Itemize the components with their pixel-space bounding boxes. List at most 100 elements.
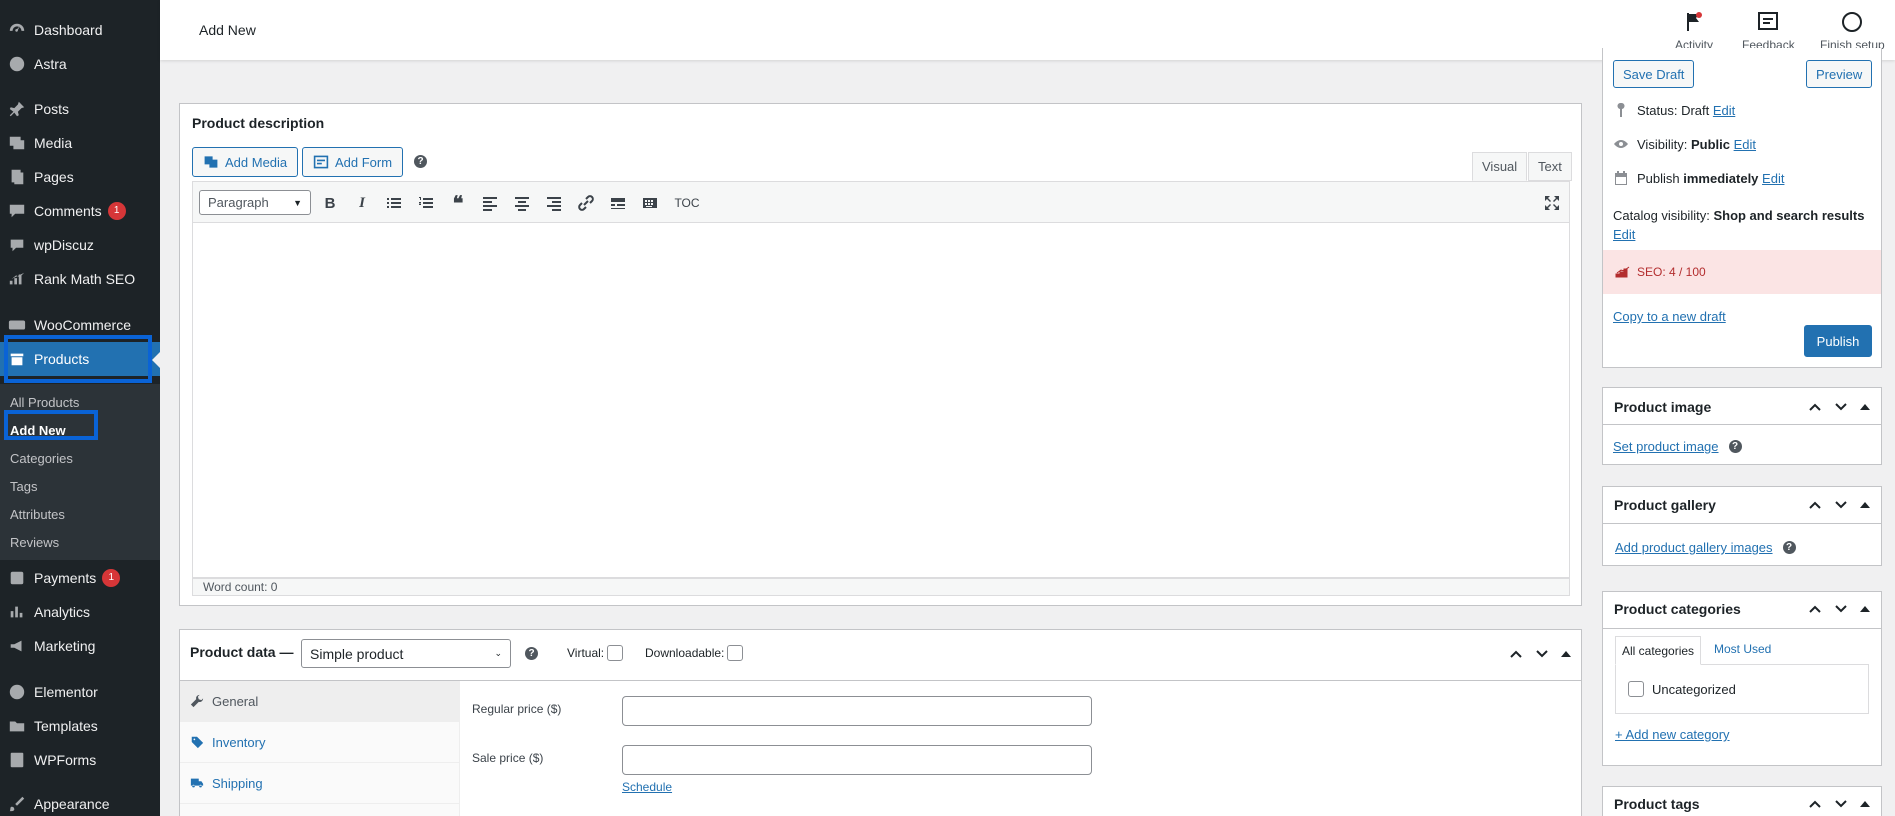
tab-all-categories[interactable]: All categories [1615,636,1702,665]
italic-icon[interactable]: I [353,194,371,212]
submenu-attributes[interactable]: Attributes [10,504,65,526]
copy-to-draft-link[interactable]: Copy to a new draft [1613,309,1726,324]
downloadable-option: Downloadable: [645,645,744,661]
link-icon[interactable] [577,194,595,212]
folder-icon [0,717,34,735]
product-type-select[interactable]: Simple product ⌄ [301,639,511,668]
move-down-icon[interactable] [1834,797,1848,811]
bullet-list-icon[interactable] [385,194,403,212]
regular-price-input[interactable] [622,696,1092,726]
flag-icon [1687,12,1702,31]
tab-general[interactable]: General [180,681,460,722]
add-gallery-images-link[interactable]: Add product gallery images [1615,540,1773,555]
edit-publish-date-link[interactable]: Edit [1762,171,1784,186]
format-select[interactable]: Paragraph ▼ [199,190,311,215]
edit-status-link[interactable]: Edit [1713,103,1735,118]
seo-score[interactable]: SEO: 4 / 100 [1603,250,1881,294]
collapse-toggle-icon[interactable] [1860,404,1870,410]
move-down-icon[interactable] [1834,602,1848,616]
sale-price-input[interactable] [622,745,1092,775]
collapse-toggle-icon[interactable] [1860,502,1870,508]
sidebar-item-payments[interactable]: Payments 1 [0,561,160,595]
preview-button[interactable]: Preview [1806,60,1873,88]
sidebar-item-media[interactable]: Media [0,126,160,160]
tab-visual[interactable]: Visual [1472,152,1528,181]
tab-shipping[interactable]: Shipping [180,763,460,804]
collapse-toggle-icon[interactable] [1860,606,1870,612]
save-draft-button[interactable]: Save Draft [1613,60,1695,88]
align-left-icon[interactable] [481,194,499,212]
submenu-categories[interactable]: Categories [10,448,73,470]
read-more-icon[interactable] [609,194,627,212]
move-down-icon[interactable] [1834,400,1848,414]
product-image-help-icon[interactable]: ? [1728,440,1742,453]
move-up-icon[interactable] [1808,498,1822,512]
product-type-help-icon[interactable]: ? [525,647,538,660]
keyboard-icon[interactable] [641,194,659,212]
align-right-icon[interactable] [545,194,563,212]
sidebar-item-wpforms[interactable]: WPForms [0,743,160,777]
product-gallery-help-icon[interactable]: ? [1782,541,1796,554]
align-center-icon[interactable] [513,194,531,212]
sale-price-label: Sale price ($) [472,751,544,765]
tab-text[interactable]: Text [1528,152,1572,181]
feedback-button[interactable]: Feedback [1742,10,1795,52]
finish-setup-button[interactable]: Finish setup [1820,10,1885,52]
edit-visibility-link[interactable]: Edit [1734,137,1756,152]
tab-most-used[interactable]: Most Used [1714,642,1771,656]
sidebar-item-appearance[interactable]: Appearance [0,787,160,816]
admin-sidebar: Dashboard Astra Posts Media Pages Commen… [0,0,160,816]
submenu-reviews[interactable]: Reviews [10,532,59,554]
set-product-image-link[interactable]: Set product image [1613,439,1719,454]
sidebar-item-elementor[interactable]: Elementor [0,675,160,709]
add-form-button[interactable]: Add Form [302,147,404,177]
publish-date-row: Publish immediately Edit [1613,170,1784,186]
move-down-icon[interactable] [1834,498,1848,512]
sidebar-item-dashboard[interactable]: Dashboard [0,13,160,47]
move-up-icon[interactable] [1808,400,1822,414]
description-editor[interactable] [192,223,1570,578]
tab-inventory[interactable]: Inventory [180,722,460,763]
sidebar-item-rank-math[interactable]: Rank Math SEO [0,262,160,296]
sidebar-item-marketing[interactable]: Marketing [0,629,160,663]
word-count: Word count: 0 [192,578,1570,596]
move-up-icon[interactable] [1509,647,1523,661]
virtual-checkbox[interactable] [607,645,624,661]
status-row: Status: Draft Edit [1613,102,1735,118]
move-down-icon[interactable] [1535,647,1549,661]
category-checkbox[interactable] [1628,681,1644,697]
activity-button[interactable]: Activity [1675,10,1713,52]
chevron-down-icon: ▼ [293,197,302,208]
downloadable-checkbox[interactable] [727,645,744,661]
collapse-toggle-icon[interactable] [1860,801,1870,807]
products-highlight-box [4,335,152,383]
sidebar-item-astra[interactable]: Astra [0,47,160,81]
blockquote-icon[interactable]: ❝ [449,193,467,215]
sidebar-item-templates[interactable]: Templates [0,709,160,743]
collapse-toggle-icon[interactable] [1561,651,1571,657]
add-media-button[interactable]: Add Media [192,147,299,177]
sidebar-item-posts[interactable]: Posts [0,92,160,126]
move-up-icon[interactable] [1808,797,1822,811]
toc-button[interactable]: TOC [672,194,702,212]
numbered-list-icon[interactable] [417,194,435,212]
help-icon[interactable]: ? [414,155,427,168]
sidebar-item-wpdiscuz[interactable]: wpDiscuz [0,228,160,262]
publish-button[interactable]: Publish [1804,325,1872,357]
discuz-icon [0,236,34,254]
schedule-link[interactable]: Schedule [622,780,672,794]
add-new-category-link[interactable]: + Add new category [1615,727,1730,742]
edit-catalog-visibility-link[interactable]: Edit [1613,227,1635,242]
sidebar-item-pages[interactable]: Pages [0,160,160,194]
eye-icon [1614,140,1628,148]
bold-icon[interactable]: B [321,194,339,212]
move-up-icon[interactable] [1808,602,1822,616]
categories-list: Uncategorized [1615,664,1869,714]
sidebar-item-analytics[interactable]: Analytics [0,595,160,629]
product-image-controls [1808,400,1870,414]
submenu-tags[interactable]: Tags [10,476,37,498]
fullscreen-icon[interactable] [1543,194,1561,212]
elementor-icon [0,683,34,701]
product-gallery-row: Add product gallery images ? [1615,540,1796,555]
sidebar-item-comments[interactable]: Comments 1 [0,194,160,228]
